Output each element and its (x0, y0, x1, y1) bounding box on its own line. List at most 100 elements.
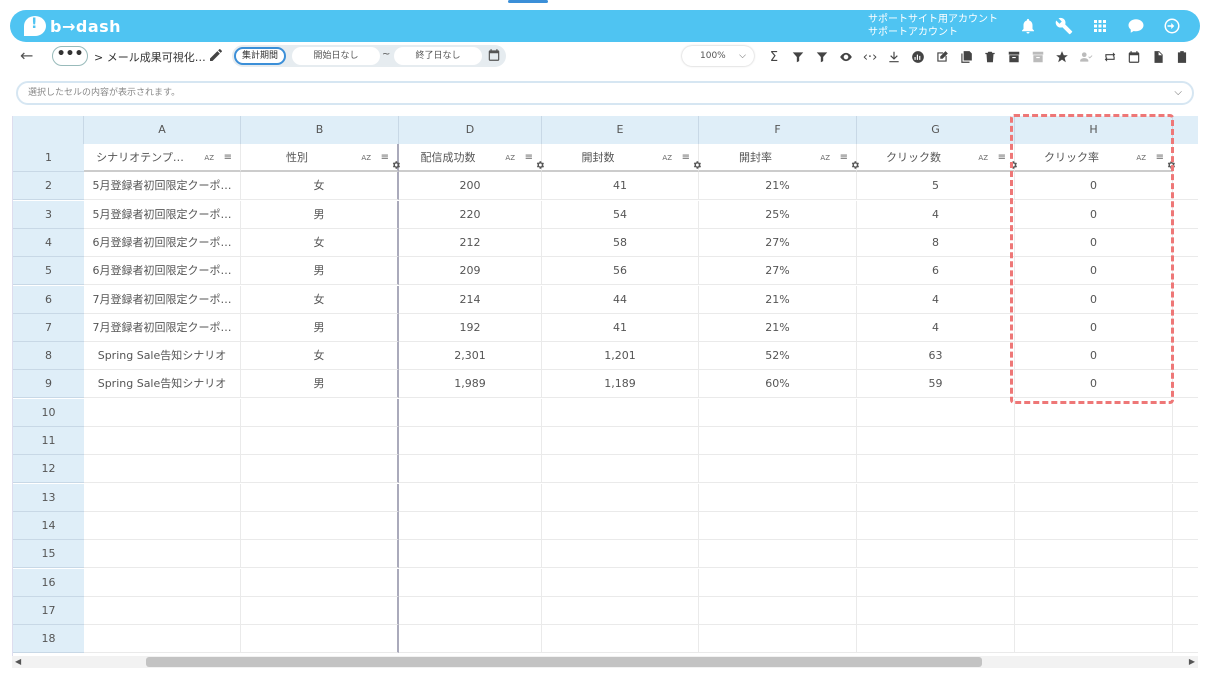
sort-az-icon[interactable]: AZ (505, 144, 515, 172)
cell-d-13[interactable] (399, 483, 542, 512)
cell-e-15[interactable] (542, 540, 699, 569)
calendar-icon[interactable] (1122, 46, 1146, 68)
start-date-field[interactable]: 開始日なし (292, 47, 380, 65)
cell-a-2[interactable]: 5月登録者初回限定クーポ… (84, 172, 241, 201)
filter-icon[interactable]: ≡ (525, 144, 533, 172)
grid-corner[interactable] (13, 116, 84, 144)
cell-g-7[interactable]: 4 (857, 313, 1015, 342)
cell-next-column[interactable] (1173, 314, 1198, 342)
cell-e-16[interactable] (542, 568, 699, 597)
scroll-right-icon[interactable]: ▶ (1189, 656, 1195, 668)
logout-icon[interactable] (1154, 14, 1190, 38)
cell-e-13[interactable] (542, 483, 699, 512)
cell-d-3[interactable]: 220 (399, 200, 542, 229)
column-header-d[interactable]: D (399, 116, 542, 144)
cell-e-3[interactable]: 54 (542, 200, 699, 229)
filter-icon[interactable]: ≡ (682, 144, 690, 172)
calendar-icon[interactable] (487, 48, 501, 62)
row-header-5[interactable]: 5 (13, 257, 84, 286)
cell-e-2[interactable]: 41 (542, 172, 699, 201)
sort-az-icon[interactable]: AZ (978, 144, 988, 172)
cell-f-17[interactable] (699, 596, 857, 625)
gear-icon[interactable] (1166, 153, 1176, 169)
cell-f-12[interactable] (699, 455, 857, 484)
cell-b-10[interactable] (241, 398, 399, 427)
cell-d-2[interactable]: 200 (399, 172, 542, 201)
cell-f-6[interactable]: 21% (699, 285, 857, 314)
sort-az-icon[interactable]: AZ (662, 144, 672, 172)
cell-f-2[interactable]: 21% (699, 172, 857, 201)
unarchive-icon[interactable] (1026, 46, 1050, 68)
cell-b-8[interactable]: 女 (241, 342, 399, 371)
row-header-17[interactable]: 17 (13, 596, 84, 625)
cell-d-15[interactable] (399, 540, 542, 569)
cell-next-column[interactable] (1173, 427, 1198, 455)
cell-next-column[interactable] (1173, 229, 1198, 257)
cell-h-12[interactable] (1015, 455, 1173, 484)
cell-b-7[interactable]: 男 (241, 313, 399, 342)
column-header-h[interactable]: H (1015, 116, 1173, 144)
cell-e-4[interactable]: 58 (542, 228, 699, 257)
cell-e-6[interactable]: 44 (542, 285, 699, 314)
chat-icon[interactable] (1118, 14, 1154, 38)
cell-a-3[interactable]: 5月登録者初回限定クーポ… (84, 200, 241, 229)
cell-g-15[interactable] (857, 540, 1015, 569)
cell-g-8[interactable]: 63 (857, 342, 1015, 371)
cell-d-10[interactable] (399, 398, 542, 427)
field-header-f[interactable]: 開封率 AZ ≡ (699, 144, 859, 172)
cell-h-6[interactable]: 0 (1015, 285, 1173, 314)
cell-f-16[interactable] (699, 568, 857, 597)
cell-g-16[interactable] (857, 568, 1015, 597)
cell-d-4[interactable]: 212 (399, 228, 542, 257)
cell-f-11[interactable] (699, 427, 857, 455)
filter-clear-icon[interactable] (786, 46, 810, 68)
cell-next-column[interactable] (1173, 484, 1198, 512)
cell-h-3[interactable]: 0 (1015, 200, 1173, 229)
scroll-left-icon[interactable]: ◀ (15, 656, 21, 668)
filter-icon[interactable]: ≡ (381, 144, 389, 172)
copy-icon[interactable] (954, 46, 978, 68)
column-header-g[interactable]: G (857, 116, 1015, 144)
eye-icon[interactable] (834, 46, 858, 68)
end-date-field[interactable]: 終了日なし (394, 47, 482, 65)
row-header-3[interactable]: 3 (13, 200, 84, 229)
field-header-g[interactable]: クリック数 AZ ≡ (857, 144, 1017, 172)
cell-g-12[interactable] (857, 455, 1015, 484)
cell-d-16[interactable] (399, 568, 542, 597)
cell-next-column[interactable] (1173, 370, 1198, 399)
cell-g-6[interactable]: 4 (857, 285, 1015, 314)
cell-e-14[interactable] (542, 511, 699, 540)
row-header-15[interactable]: 15 (13, 540, 84, 569)
row-header-12[interactable]: 12 (13, 455, 84, 484)
cell-g-14[interactable] (857, 511, 1015, 540)
cell-b-13[interactable] (241, 483, 399, 512)
cell-e-10[interactable] (542, 398, 699, 427)
breadcrumb[interactable]: > メール成果可視化… (94, 49, 206, 65)
cell-g-11[interactable] (857, 427, 1015, 455)
row-header-14[interactable]: 14 (13, 511, 84, 540)
field-header-e[interactable]: 開封数 AZ ≡ (542, 144, 701, 172)
column-header-b[interactable]: B (241, 116, 399, 144)
cell-g-5[interactable]: 6 (857, 257, 1015, 286)
row-header-1[interactable]: 1 (13, 144, 84, 172)
cell-a-9[interactable]: Spring Sale告知シナリオ (84, 370, 241, 399)
cell-d-17[interactable] (399, 596, 542, 625)
column-header-a[interactable]: A (84, 116, 241, 144)
cell-d-6[interactable]: 214 (399, 285, 542, 314)
filter-icon[interactable]: ≡ (224, 144, 232, 172)
zoom-select[interactable]: 100% ⌵ (682, 46, 754, 66)
field-header-a[interactable]: シナリオテンプ… AZ ≡ (84, 144, 241, 172)
edit-note-icon[interactable] (930, 46, 954, 68)
cell-d-7[interactable]: 192 (399, 313, 542, 342)
cell-b-11[interactable] (241, 427, 399, 455)
cell-b-17[interactable] (241, 596, 399, 625)
more-button[interactable]: ••• (52, 46, 88, 66)
cell-g-10[interactable] (857, 398, 1015, 427)
period-label-button[interactable]: 集計期間 (234, 47, 286, 65)
cell-e-8[interactable]: 1,201 (542, 342, 699, 371)
cell-e-17[interactable] (542, 596, 699, 625)
cell-e-9[interactable]: 1,189 (542, 370, 699, 399)
row-header-11[interactable]: 11 (13, 427, 84, 455)
cell-next-column[interactable] (1173, 569, 1198, 597)
code-icon[interactable]: ‹·› (858, 46, 882, 68)
